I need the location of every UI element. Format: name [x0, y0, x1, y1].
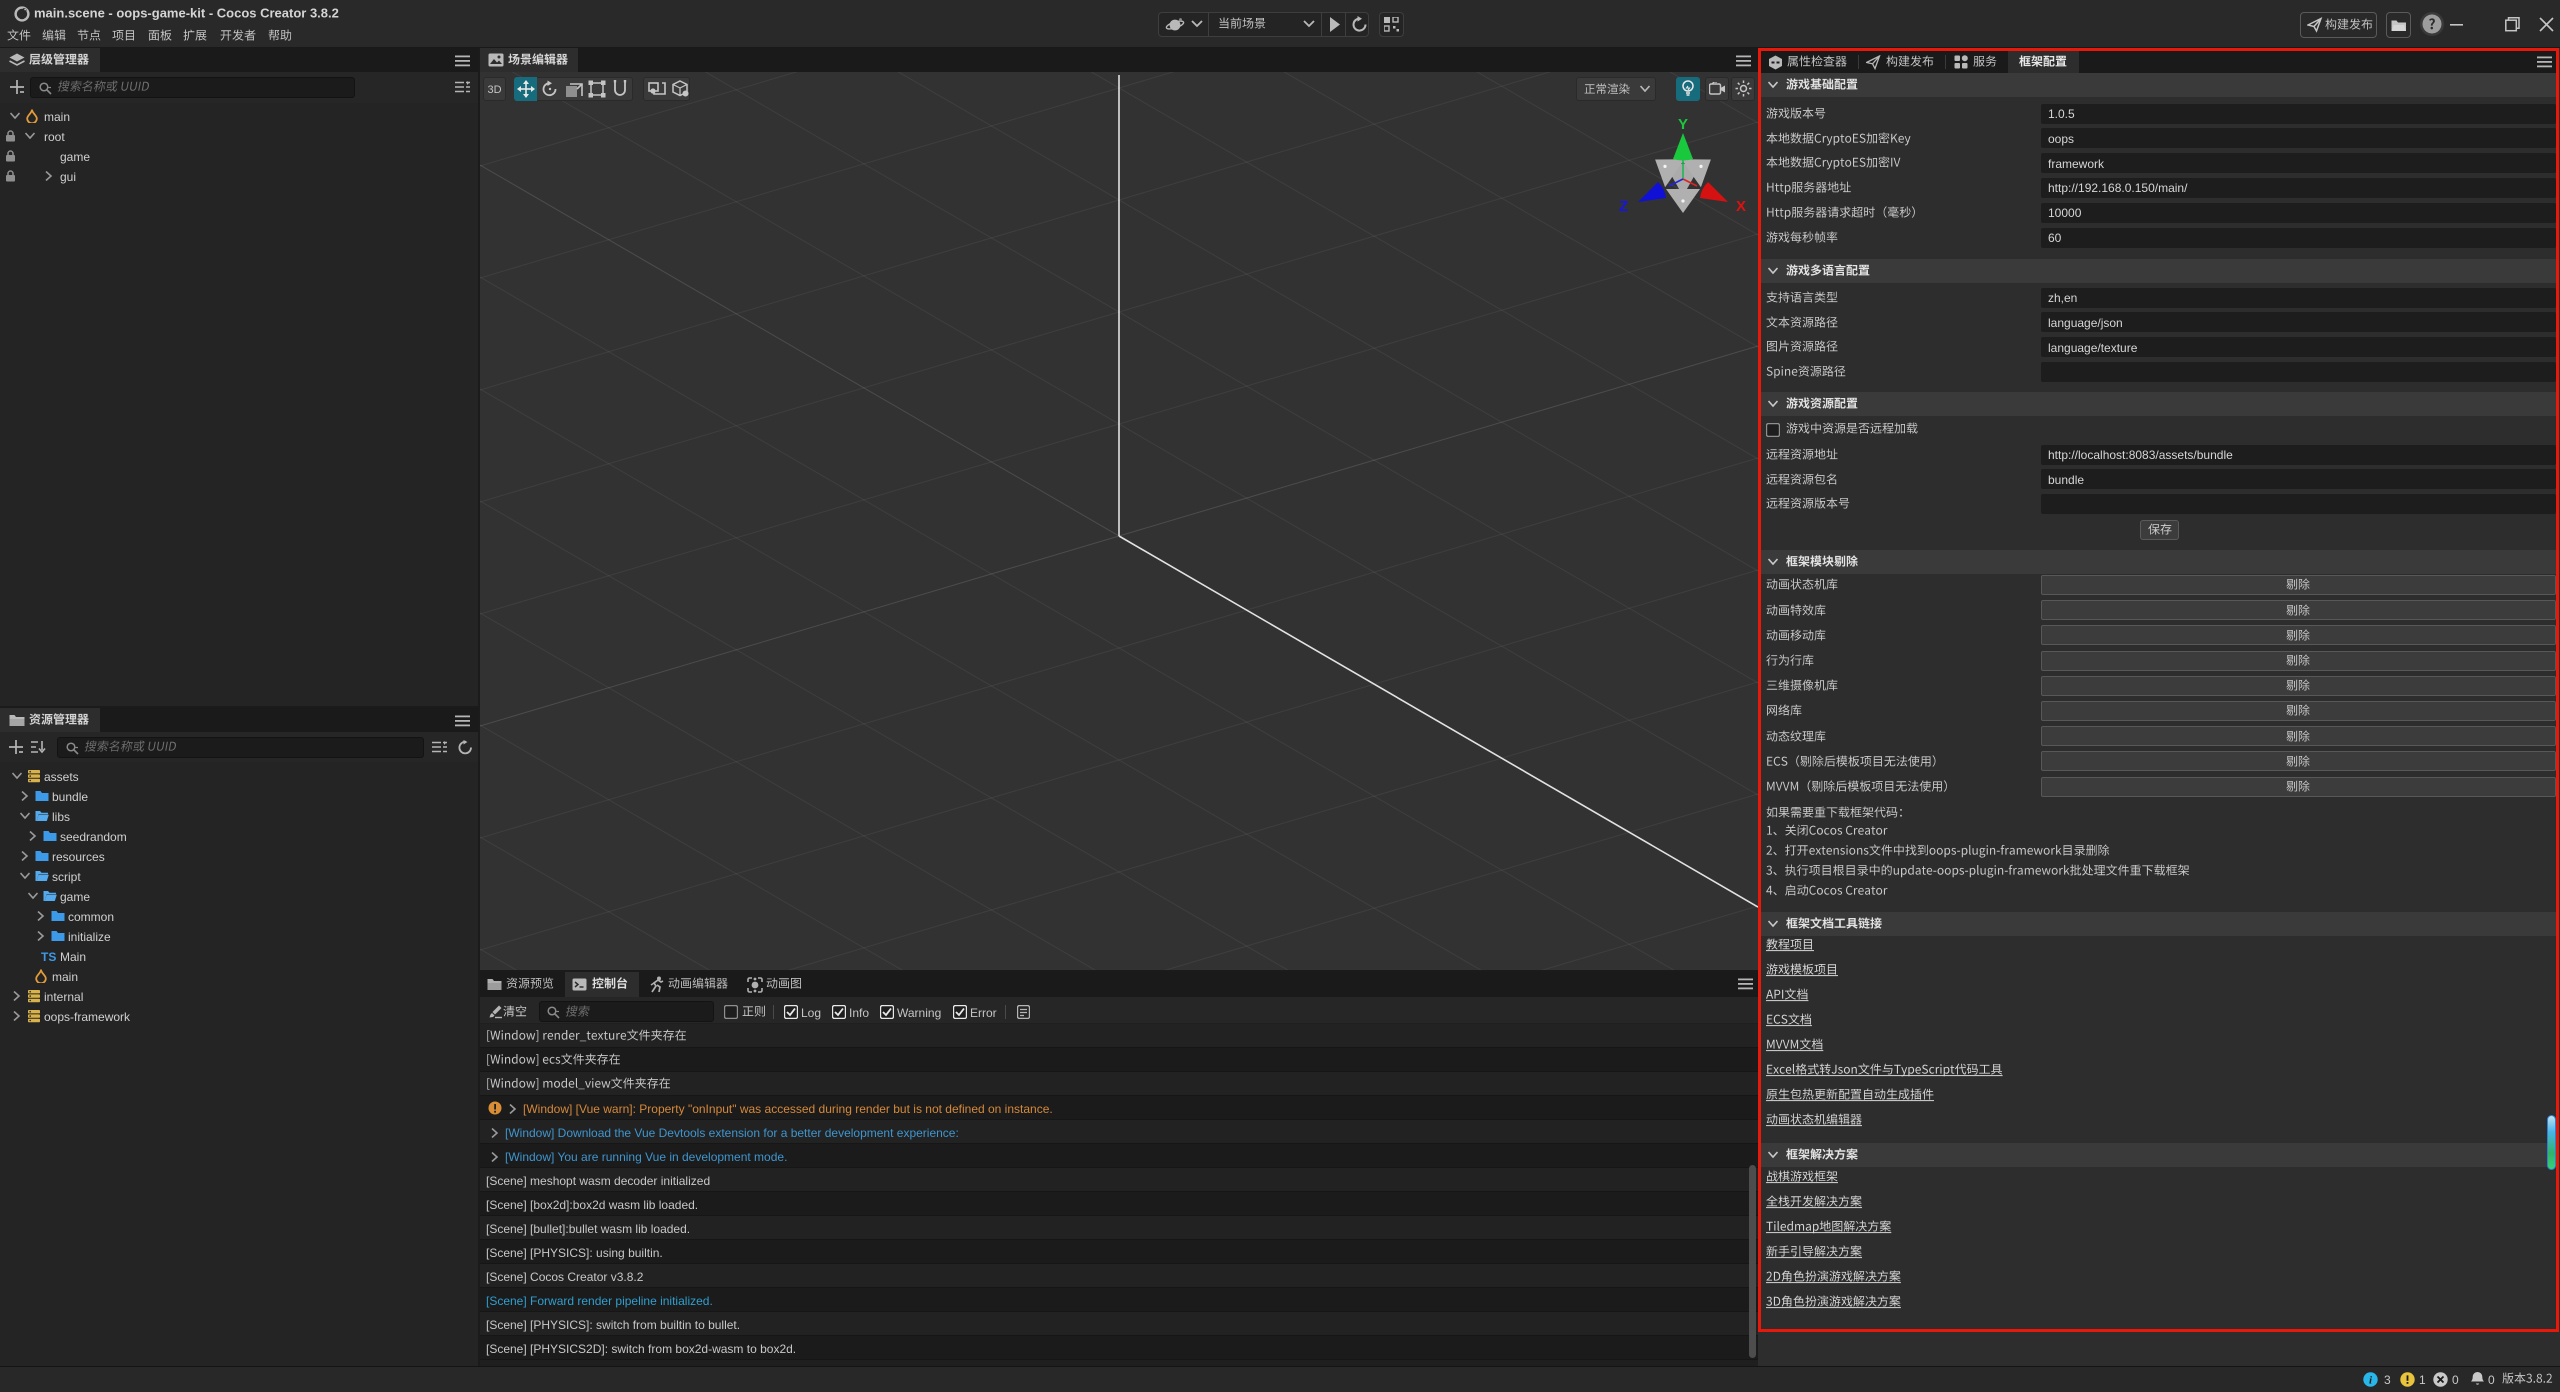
svg-text:Z: Z — [1619, 198, 1628, 215]
svg-text:Y: Y — [1678, 116, 1688, 133]
svg-text:X: X — [1736, 198, 1746, 215]
